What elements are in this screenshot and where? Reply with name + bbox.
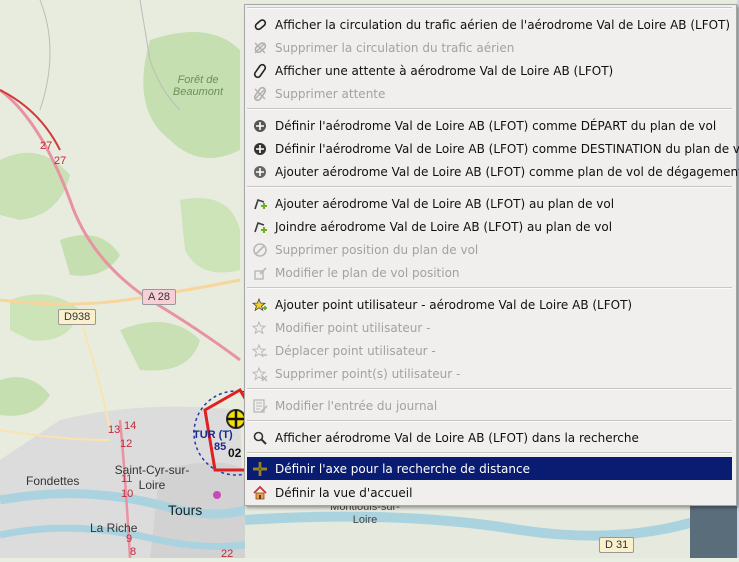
road-number: 11 [121,473,133,485]
menu-item-label: Supprimer position du plan de vol [275,242,479,257]
menu-item-label: Afficher la circulation du trafic aérien… [275,17,731,32]
remove-traffic-pattern-icon [252,40,268,56]
move-userpoint-icon [252,343,268,359]
holding-icon [252,63,268,79]
set-departure-item[interactable]: Définir l'aérodrome Val de Loire AB (LFO… [247,114,732,137]
menu-item-label: Supprimer point(s) utilisateur - [275,366,461,381]
menu-item-label: Modifier le plan de vol position [275,265,460,280]
menu-item-label: Ajouter aérodrome Val de Loire AB (LFOT)… [275,196,615,211]
add-alternate-item[interactable]: Ajouter aérodrome Val de Loire AB (LFOT)… [247,160,739,183]
road-number: 9 [126,533,133,545]
menu-separator [247,7,732,9]
destination-icon [252,141,268,157]
crosshair-icon [252,461,268,477]
menu-item-label: Définir l'aérodrome Val de Loire AB (LFO… [275,141,739,156]
menu-item-label: Supprimer la circulation du trafic aérie… [275,40,515,55]
menu-item-label: Joindre aérodrome Val de Loire AB (LFOT)… [275,219,613,234]
remove-position-item[interactable]: Supprimer position du plan de vol [247,238,732,261]
set-distance-search-center-item[interactable]: Définir l'axe pour la recherche de dista… [247,457,732,480]
d31-shield: D 31 [599,537,635,553]
menu-item-label: Définir l'axe pour la recherche de dista… [275,461,530,476]
airport-freq-label: 85 [214,441,227,453]
fondettes-label: Fondettes [26,474,80,488]
menu-item-label: Définir la vue d'accueil [275,485,413,500]
edit-logbook-icon [252,398,268,414]
edit-position-item[interactable]: Modifier le plan de vol position [247,261,732,284]
delete-userpoint-icon [252,366,268,382]
tours-label: Tours [168,502,203,518]
edit-userpoint-item[interactable]: Modifier point utilisateur - [247,316,732,339]
move-userpoint-item[interactable]: Déplacer point utilisateur - [247,339,732,362]
d938-shield: D938 [58,309,97,325]
add-to-flightplan-item[interactable]: Ajouter aérodrome Val de Loire AB (LFOT)… [247,192,732,215]
menu-separator [247,420,732,422]
menu-item-label: Modifier l'entrée du journal [275,398,438,413]
remove-traffic-pattern-item[interactable]: Supprimer la circulation du trafic aérie… [247,36,732,59]
menu-item-label: Afficher une attente à aérodrome Val de … [275,63,614,78]
menu-separator [247,388,732,390]
remove-position-icon [252,242,268,258]
edit-userpoint-icon [252,320,268,336]
show-in-search-item[interactable]: Afficher aérodrome Val de Loire AB (LFOT… [247,426,732,449]
road-number: 13 [108,424,121,436]
home-icon [252,485,268,501]
menu-separator [247,287,732,289]
menu-item-label: Supprimer attente [275,86,386,101]
road-number: 27 [54,155,67,167]
menu-item-label: Définir l'aérodrome Val de Loire AB (LFO… [275,118,717,133]
remove-holding-item[interactable]: Supprimer attente [247,82,732,105]
road-number: 14 [124,420,137,432]
set-destination-item[interactable]: Définir l'aérodrome Val de Loire AB (LFO… [247,137,739,160]
alternate-icon [252,164,268,180]
menu-item-label: Modifier point utilisateur - [275,320,431,335]
road-number: 22 [221,548,234,560]
context-menu: Afficher la circulation du trafic aérien… [244,4,739,506]
append-to-flightplan-item[interactable]: Joindre aérodrome Val de Loire AB (LFOT)… [247,215,732,238]
add-userpoint-item[interactable]: Ajouter point utilisateur - aérodrome Va… [247,293,732,316]
add-to-flightplan-icon [252,196,268,212]
departure-icon [252,118,268,134]
add-userpoint-icon [252,297,268,313]
show-traffic-pattern-item[interactable]: Afficher la circulation du trafic aérien… [247,13,732,36]
road-number: 8 [130,546,137,558]
menu-separator [247,108,732,110]
search-icon [252,430,268,446]
menu-item-label: Ajouter point utilisateur - aérodrome Va… [275,297,633,312]
road-number: 27 [40,140,53,152]
a28-shield: A 28 [142,289,177,305]
menu-separator [247,186,732,188]
delete-userpoint-item[interactable]: Supprimer point(s) utilisateur - [247,362,732,385]
menu-item-label: Afficher aérodrome Val de Loire AB (LFOT… [275,430,639,445]
edit-position-icon [252,265,268,281]
traffic-pattern-icon [252,17,268,33]
menu-item-label: Ajouter aérodrome Val de Loire AB (LFOT)… [275,164,739,179]
road-number: 12 [120,438,133,450]
runway-label: 02 [228,446,242,460]
show-holding-item[interactable]: Afficher une attente à aérodrome Val de … [247,59,732,82]
edit-logbook-item[interactable]: Modifier l'entrée du journal [247,394,732,417]
menu-item-label: Déplacer point utilisateur - [275,343,436,358]
forest-label: Forêt de Beaumont [172,74,224,98]
append-to-flightplan-icon [252,219,268,235]
set-home-view-item[interactable]: Définir la vue d'accueil [247,481,732,504]
remove-holding-icon [252,86,268,102]
road-number: 10 [121,488,134,500]
airport-code-label: TUR (T) [193,429,233,441]
menu-separator [247,452,732,454]
